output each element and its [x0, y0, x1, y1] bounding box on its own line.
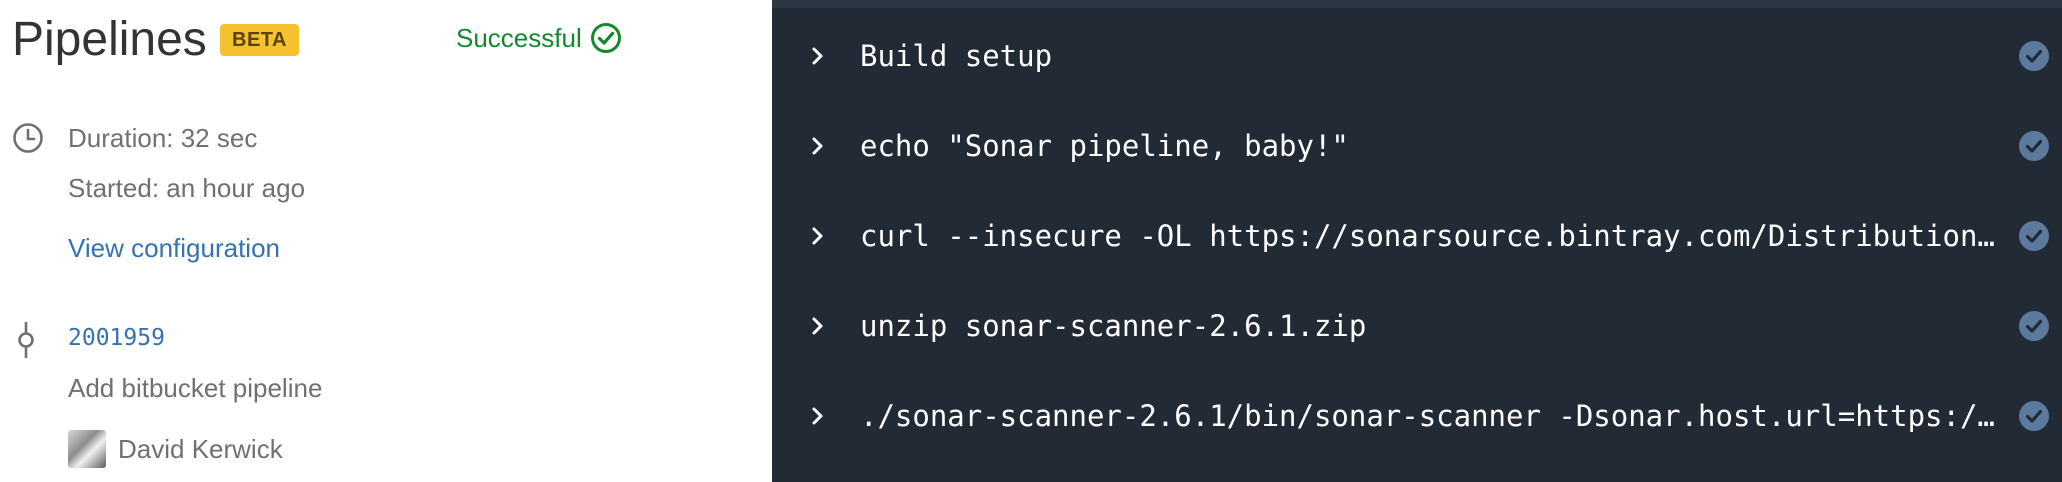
status-indicator: Successful [456, 18, 622, 58]
steps-log-panel: Build setup echo "Sonar pipeline, baby!" c… [772, 0, 2062, 482]
started-text: Started: an hour ago [68, 173, 306, 203]
step-command: curl --insecure -OL https://sonarsource.… [860, 219, 1996, 253]
check-circle-filled-icon [2019, 221, 2049, 251]
step-command: unzip sonar-scanner-2.6.1.zip [860, 309, 1367, 343]
chevron-right-icon[interactable] [808, 316, 828, 336]
check-circle-filled-icon [2019, 41, 2049, 71]
chevron-right-icon[interactable] [808, 136, 828, 156]
panel-top-border [772, 0, 2062, 8]
duration-text: Duration: 32 sec [68, 123, 258, 153]
step-command: echo "Sonar pipeline, baby!" [860, 129, 1349, 163]
pipeline-step-row[interactable]: curl --insecure -OL https://sonarsource.… [772, 206, 2062, 266]
beta-badge: BETA [220, 24, 299, 56]
page-title: Pipelines [12, 13, 207, 66]
pipeline-step-row[interactable]: Build setup [772, 26, 2062, 86]
clock-icon [13, 123, 43, 153]
commit-message: Add bitbucket pipeline [68, 373, 323, 403]
pipeline-summary-panel: Pipelines BETA Successful Duration: 32 s… [0, 0, 772, 482]
pipeline-step-row[interactable]: echo "Sonar pipeline, baby!" [772, 116, 2062, 176]
step-command: ./sonar-scanner-2.6.1/bin/sonar-scanner … [860, 399, 1996, 433]
pipeline-step-row[interactable]: ./sonar-scanner-2.6.1/bin/sonar-scanner … [772, 386, 2062, 446]
check-circle-filled-icon [2019, 311, 2049, 341]
commit-hash-link[interactable]: 2001959 [68, 320, 165, 356]
pipeline-step-row[interactable]: unzip sonar-scanner-2.6.1.zip [772, 296, 2062, 356]
view-configuration-link[interactable]: View configuration [68, 230, 280, 266]
author-name: David Kerwick [118, 434, 283, 464]
check-circle-icon [590, 23, 621, 53]
chevron-right-icon[interactable] [808, 406, 828, 426]
chevron-right-icon[interactable] [808, 46, 828, 66]
chevron-right-icon[interactable] [808, 226, 828, 246]
commit-icon [18, 322, 34, 358]
check-circle-filled-icon [2019, 131, 2049, 161]
check-circle-filled-icon [2019, 401, 2049, 431]
status-text: Successful [456, 23, 582, 53]
step-command: Build setup [860, 39, 1053, 73]
avatar [68, 430, 106, 468]
